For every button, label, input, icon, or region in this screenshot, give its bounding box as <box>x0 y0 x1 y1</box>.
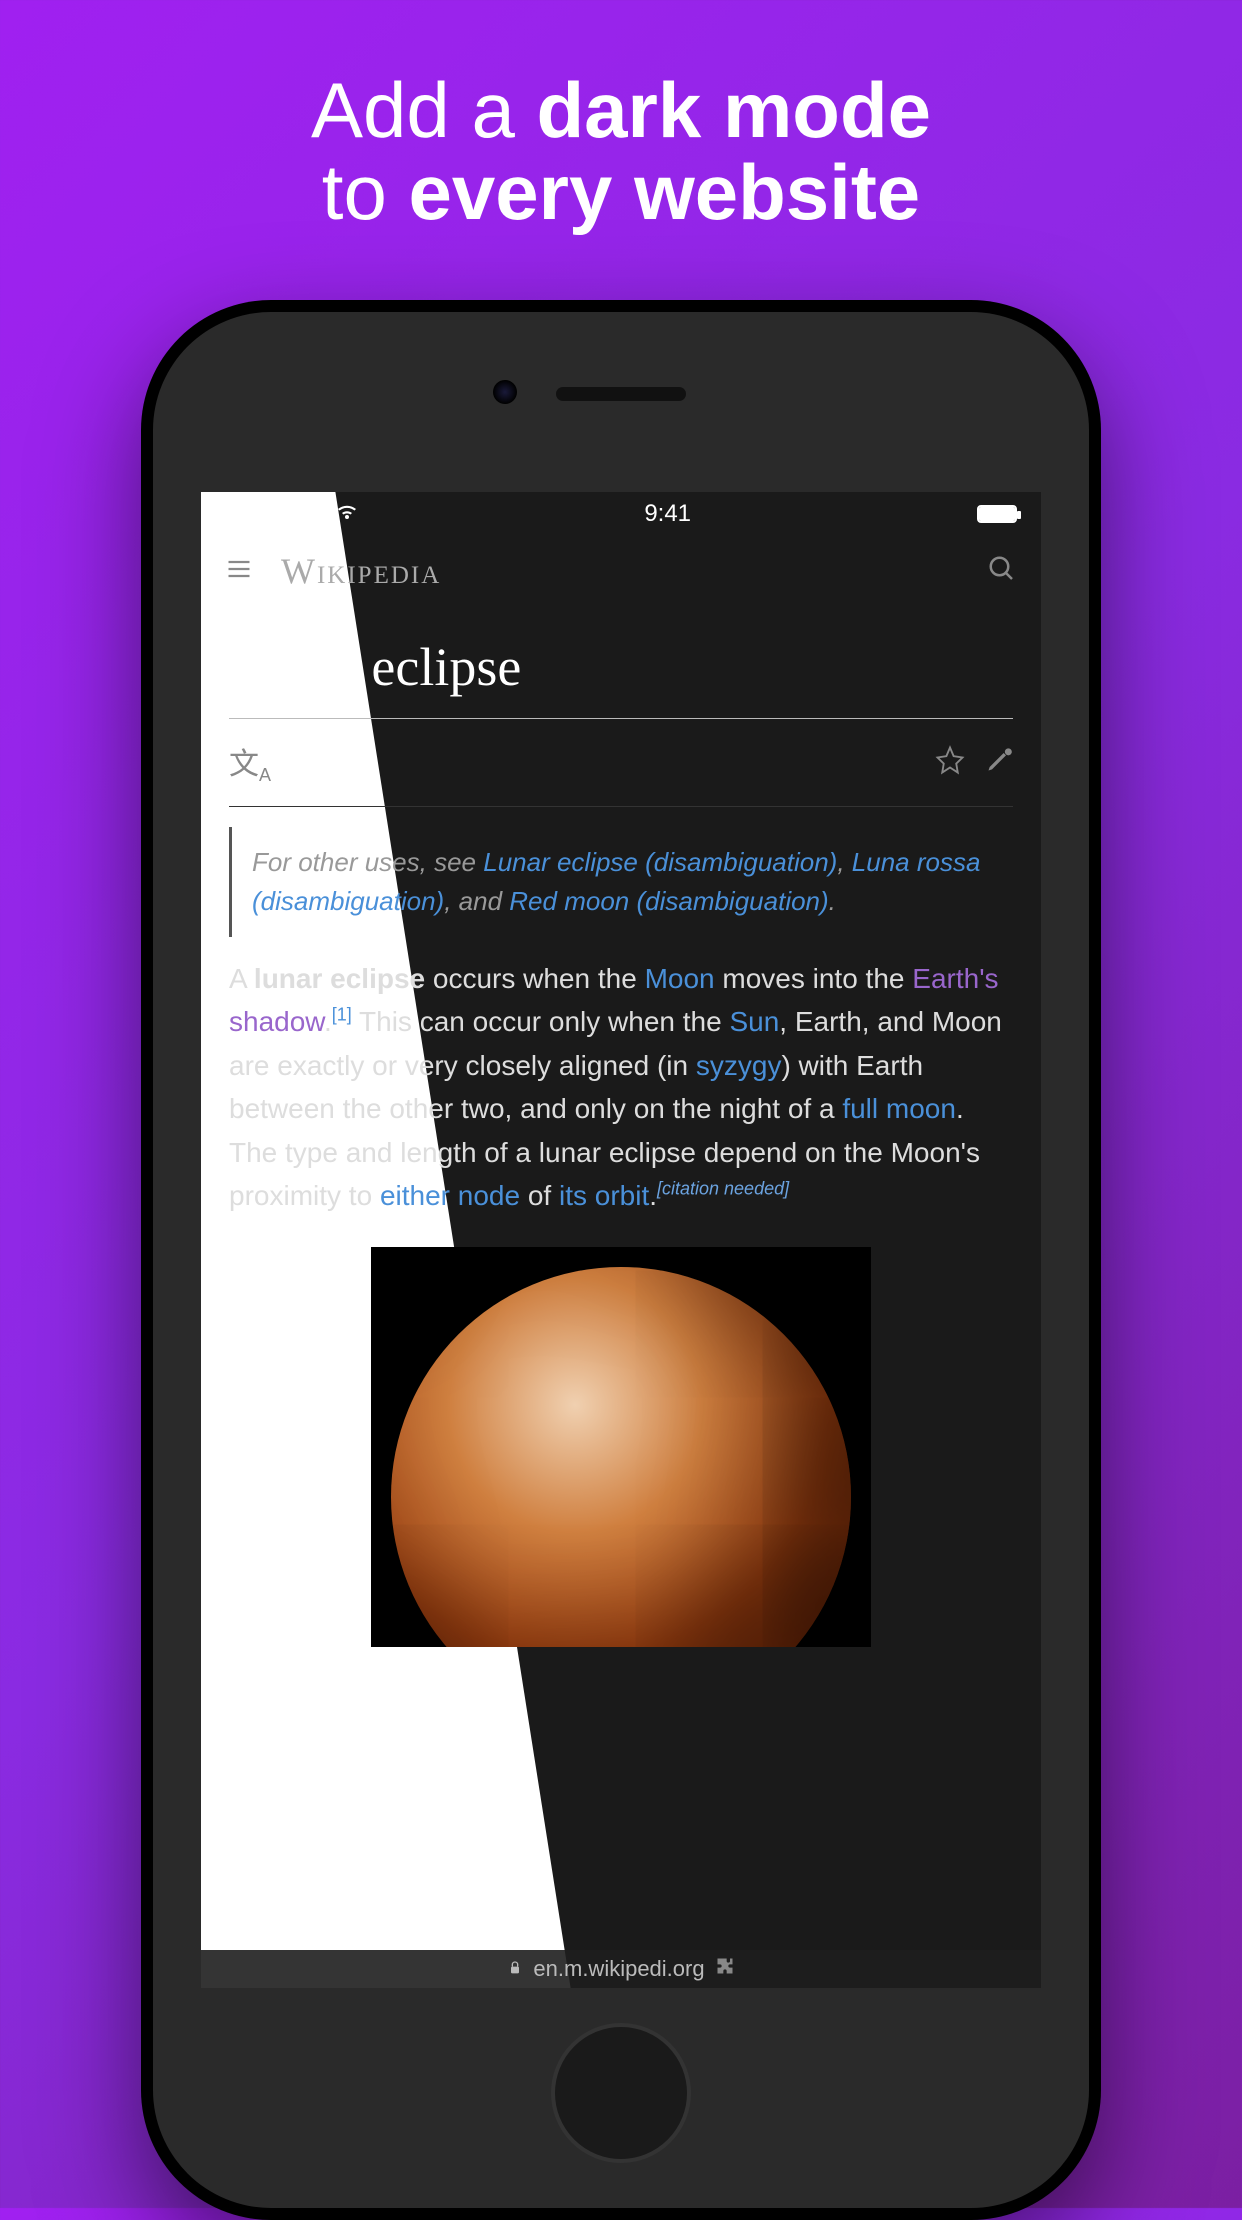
phone-frame: Carrier 9:41 Wikipedia <box>141 300 1101 2220</box>
bold-term: lunar eclipse <box>254 963 425 994</box>
hatnote-prefix: For other uses, see <box>252 847 483 877</box>
edit-lock-icon[interactable] <box>985 746 1013 779</box>
marketing-headline: Add a dark mode to every website <box>0 0 1242 234</box>
home-button[interactable] <box>551 2023 691 2163</box>
url-text: en.m.wikipedi.org <box>533 1956 704 1982</box>
link-either-node[interactable]: either node <box>380 1180 520 1211</box>
headline-line2-pre: to <box>322 148 409 236</box>
link-full-moon[interactable]: full moon <box>842 1093 956 1124</box>
status-bar: Carrier 9:41 <box>201 492 1041 536</box>
browser-url-bar[interactable]: en.m.wikipedi.org <box>201 1950 1041 1988</box>
language-icon[interactable]: 文A <box>229 739 271 786</box>
citation-needed[interactable]: [citation needed] <box>657 1179 789 1199</box>
link-moon[interactable]: Moon <box>645 963 715 994</box>
phone-speaker <box>556 387 686 401</box>
clock: 9:41 <box>644 500 691 528</box>
reference-1[interactable]: [1] <box>332 1005 352 1025</box>
article-content: Lunar eclipse 文A For other uses, see Lun… <box>201 606 1041 1647</box>
article-title: Lunar eclipse <box>229 636 1013 719</box>
headline-line1-bold: dark mode <box>537 66 931 154</box>
phone-screen: Carrier 9:41 Wikipedia <box>201 492 1041 1988</box>
star-icon[interactable] <box>935 745 965 780</box>
headline-line1-pre: Add a <box>311 66 537 154</box>
lunar-eclipse-image[interactable] <box>371 1247 871 1647</box>
wikipedia-logo[interactable]: Wikipedia <box>281 550 959 592</box>
article-body: A lunar eclipse occurs when the Moon mov… <box>229 957 1013 1217</box>
signal-icon <box>225 505 247 523</box>
link-syzygy[interactable]: syzygy <box>696 1050 782 1081</box>
hatnote-link-1[interactable]: Lunar eclipse (disambiguation) <box>483 847 837 877</box>
search-icon[interactable] <box>987 554 1017 589</box>
headline-line2-bold: every website <box>409 148 921 236</box>
hatnote: For other uses, see Lunar eclipse (disam… <box>229 827 1013 937</box>
link-its-orbit[interactable]: its orbit <box>559 1180 649 1211</box>
carrier-label: Carrier <box>255 500 328 528</box>
article-image-wrap <box>229 1247 1013 1647</box>
hatnote-link-3[interactable]: Red moon (disambiguation) <box>509 886 828 916</box>
wiki-header: Wikipedia <box>201 536 1041 606</box>
article-actions: 文A <box>229 719 1013 807</box>
lock-icon <box>507 1956 523 1982</box>
menu-icon[interactable] <box>225 555 253 588</box>
extension-icon[interactable] <box>715 1956 735 1982</box>
battery-icon <box>977 505 1017 523</box>
wifi-icon <box>336 500 358 528</box>
link-sun[interactable]: Sun <box>729 1006 779 1037</box>
phone-camera <box>493 380 517 404</box>
